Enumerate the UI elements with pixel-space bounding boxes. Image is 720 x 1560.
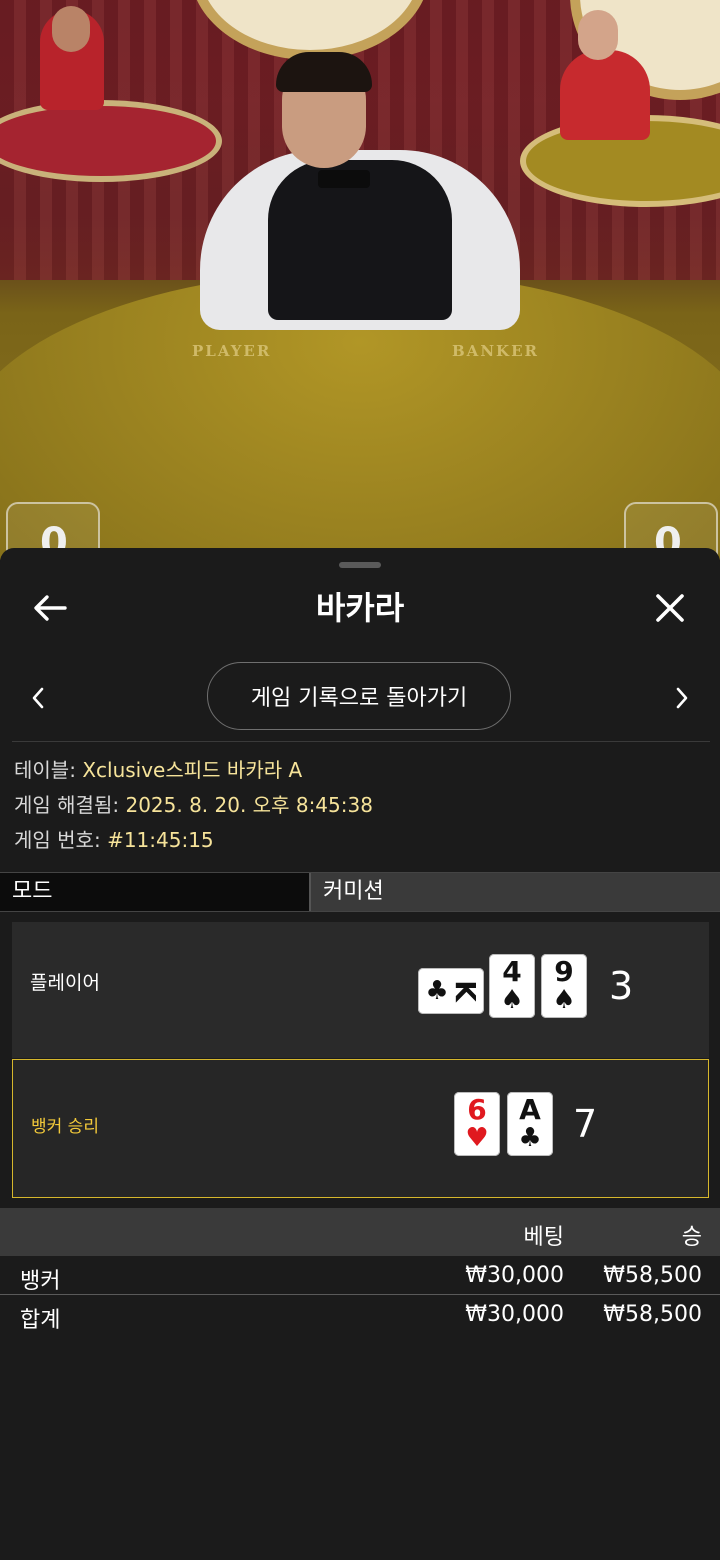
bet-column-header: 베팅	[523, 1225, 564, 1250]
banker-hand-total: 7	[573, 1102, 598, 1146]
table-value: Xclusive스피드 바카라 A	[82, 758, 303, 782]
resolved-value: 2025. 8. 20. 오후 8:45:38	[125, 793, 373, 817]
bet-row-label: 뱅커	[20, 1269, 61, 1294]
banker-hand: 뱅커 승리 6 ♥ A ♣ 7	[12, 1059, 709, 1198]
total-row-amount: ₩30,000	[465, 1302, 564, 1327]
card-suit: ♥	[465, 1123, 489, 1153]
dealer-hair	[276, 52, 372, 92]
drag-handle[interactable]	[339, 562, 381, 568]
card-rank: A	[519, 1093, 541, 1126]
playing-card: 9 ♠	[541, 954, 587, 1018]
row-divider	[0, 1294, 720, 1295]
bets-table-header: 베팅 승	[0, 1208, 720, 1256]
bet-row-amount: ₩30,000	[465, 1263, 564, 1288]
tab-mode[interactable]: 모드	[0, 873, 311, 911]
felt-player-label: PLAYER	[192, 342, 272, 360]
back-to-history-button[interactable]: 게임 기록으로 돌아가기	[207, 662, 511, 730]
chevron-right-icon	[676, 687, 688, 709]
card-suit: ♣	[518, 1123, 542, 1153]
background-dealer	[560, 50, 650, 140]
banker-win-label: 뱅커 승리	[31, 1117, 99, 1137]
card-suit: ♠	[500, 985, 524, 1015]
card-rank: 6	[467, 1093, 487, 1126]
player-hand: 플레이어 ♣ K 4 ♠ 9 ♠ 3	[12, 922, 709, 1058]
card-rank: 9	[554, 955, 574, 988]
card-suit: ♠	[552, 985, 576, 1015]
detail-tabs: 모드 커미션	[0, 872, 720, 912]
page-title: 바카라	[315, 589, 405, 627]
previous-game-button[interactable]	[18, 678, 58, 718]
close-icon	[656, 594, 684, 622]
background-dealer-head	[52, 6, 90, 52]
felt-banker-label: BANKER	[452, 342, 539, 360]
game-detail-sheet: 바카라 게임 기록으로 돌아가기 테이블: Xclusive스피드 바카라 A …	[0, 548, 720, 1560]
close-button[interactable]	[646, 584, 694, 632]
win-column-header: 승	[681, 1225, 702, 1250]
playing-card: 4 ♠	[489, 954, 535, 1018]
player-hand-total: 3	[609, 964, 634, 1008]
tab-commission[interactable]: 커미션	[311, 873, 720, 911]
next-game-button[interactable]	[662, 678, 702, 718]
live-video-feed: PLAYER BANKER 0 0	[0, 0, 720, 560]
card-rank: 4	[502, 955, 522, 988]
chevron-left-icon	[32, 687, 44, 709]
playing-card: A ♣	[507, 1092, 553, 1156]
player-hand-label: 플레이어	[30, 972, 100, 994]
resolved-info: 게임 해결됨: 2025. 8. 20. 오후 8:45:38	[14, 791, 373, 819]
game-number-info: 게임 번호: #11:45:15	[14, 826, 214, 854]
table-info: 테이블: Xclusive스피드 바카라 A	[14, 756, 302, 784]
playing-card: 6 ♥	[454, 1092, 500, 1156]
bet-row-win: ₩58,500	[603, 1263, 702, 1288]
total-row-label: 합계	[20, 1308, 61, 1333]
dealer-bowtie	[318, 170, 370, 188]
divider	[12, 741, 710, 742]
resolved-label: 게임 해결됨:	[14, 793, 120, 817]
background-dealer-head	[578, 10, 618, 60]
card-rank: K	[449, 980, 482, 1002]
table-label: 테이블:	[14, 758, 76, 782]
total-row-win: ₩58,500	[603, 1302, 702, 1327]
game-number-value: #11:45:15	[107, 828, 214, 852]
playing-card: ♣ K	[418, 968, 484, 1014]
game-number-label: 게임 번호:	[14, 828, 101, 852]
